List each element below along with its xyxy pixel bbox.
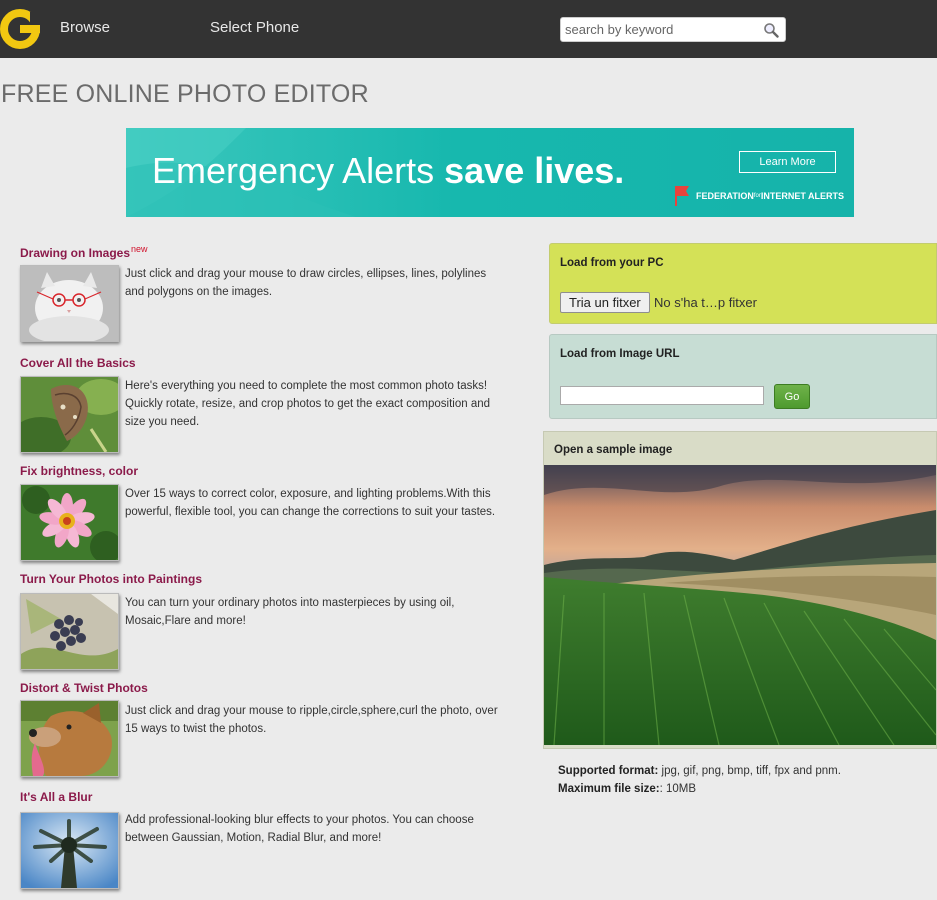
sample-landscape-image[interactable] bbox=[544, 465, 936, 745]
feature-desc-blur: Add professional-looking blur effects to… bbox=[125, 814, 474, 844]
feature-desc-brightness: Over 15 ways to correct color, exposure,… bbox=[125, 488, 496, 518]
feature-desc-paintings: You can turn your ordinary photos into m… bbox=[125, 597, 455, 627]
feature-title-drawing[interactable]: Drawing on Imagesnew bbox=[20, 244, 148, 260]
search-icon[interactable] bbox=[763, 22, 779, 38]
feature-desc-basics: Here's everything you need to complete t… bbox=[125, 380, 491, 428]
file-status-text: No s'ha t…p fitxer bbox=[654, 295, 757, 310]
feature-thumb-butterfly[interactable] bbox=[20, 376, 119, 453]
ad-banner[interactable]: Emergency Alerts save lives. Learn More … bbox=[126, 128, 854, 217]
load-from-pc-panel: Load from your PC Tria un fitxer No s'ha… bbox=[549, 243, 937, 324]
load-from-url-panel: Load from Image URL Go bbox=[549, 334, 937, 419]
ad-sponsor: FEDERATION for INTERNET ALERTS bbox=[674, 185, 844, 207]
flag-icon bbox=[675, 186, 689, 206]
feature-title-distort[interactable]: Distort & Twist Photos bbox=[20, 681, 148, 695]
page-title: FREE ONLINE PHOTO EDITOR bbox=[1, 80, 369, 108]
feature-title-paintings[interactable]: Turn Your Photos into Paintings bbox=[20, 572, 202, 586]
logo-icon[interactable] bbox=[0, 8, 42, 50]
image-url-input[interactable] bbox=[560, 386, 764, 405]
feature-thumb-flower[interactable] bbox=[20, 484, 119, 561]
choose-file-button[interactable]: Tria un fitxer bbox=[560, 292, 650, 313]
nav-select-phone-link[interactable]: Select Phone bbox=[210, 19, 299, 36]
top-bar: Browse Select Phone bbox=[0, 0, 937, 58]
supported-formats: Supported format: jpg, gif, png, bmp, ti… bbox=[558, 765, 841, 777]
ad-learn-more-button[interactable]: Learn More bbox=[739, 151, 836, 173]
new-badge: new bbox=[131, 244, 148, 254]
feature-desc-drawing: Just click and drag your mouse to draw c… bbox=[125, 268, 487, 298]
feature-thumb-kitten[interactable] bbox=[20, 265, 119, 342]
search-input[interactable] bbox=[561, 18, 761, 41]
nav-browse-link[interactable]: Browse bbox=[60, 19, 110, 36]
max-file-size: Maximum file size:: 10MB bbox=[558, 783, 697, 795]
sample-image-panel: Open a sample image bbox=[543, 431, 937, 749]
feature-title-blur[interactable]: It's All a Blur bbox=[20, 790, 92, 804]
feature-title-basics[interactable]: Cover All the Basics bbox=[20, 356, 136, 370]
load-from-url-heading: Load from Image URL bbox=[560, 348, 680, 360]
feature-thumb-berries[interactable] bbox=[20, 593, 119, 670]
go-button[interactable]: Go bbox=[774, 384, 810, 409]
feature-title-brightness[interactable]: Fix brightness, color bbox=[20, 464, 138, 478]
sample-image-heading: Open a sample image bbox=[554, 444, 673, 456]
feature-desc-distort: Just click and drag your mouse to ripple… bbox=[125, 705, 498, 735]
ad-headline: Emergency Alerts save lives. bbox=[152, 150, 625, 191]
load-from-pc-heading: Load from your PC bbox=[560, 257, 664, 269]
feature-thumb-dog[interactable] bbox=[20, 700, 119, 777]
file-info: Supported format: jpg, gif, png, bmp, ti… bbox=[558, 762, 841, 798]
feature-thumb-palm[interactable] bbox=[20, 812, 119, 889]
search-box bbox=[560, 17, 786, 42]
